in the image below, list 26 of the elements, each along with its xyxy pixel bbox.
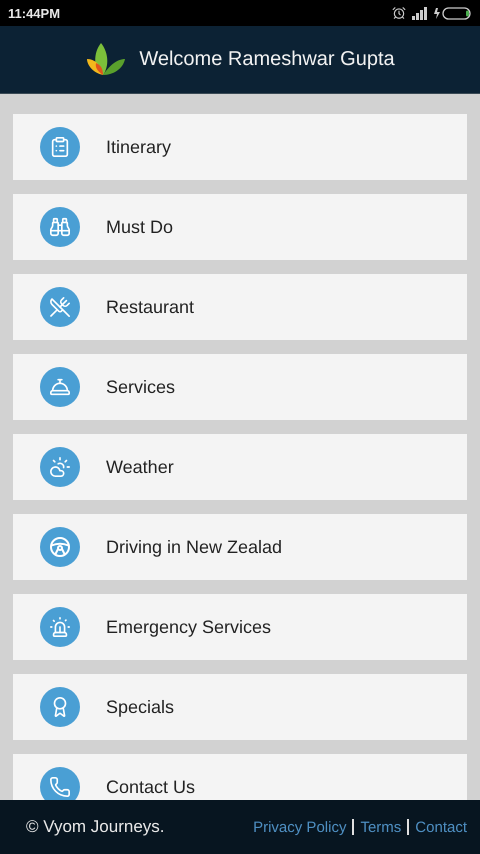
menu-item[interactable]: Driving in New Zealad (13, 514, 467, 580)
menu-item[interactable]: Weather (13, 434, 467, 500)
menu-item[interactable]: Contact Us (13, 754, 467, 800)
utensils-icon (49, 296, 71, 318)
binoculars-icon (49, 216, 71, 238)
footer-link[interactable]: Terms (360, 818, 402, 836)
header-title: Welcome Rameshwar Gupta (139, 48, 395, 71)
footer-link[interactable]: Contact (415, 818, 467, 836)
menu-item[interactable]: Restaurant (13, 274, 467, 340)
copyright-text: © Vyom Journeys. (26, 817, 164, 837)
clipboard-icon (49, 136, 71, 158)
siren-icon (49, 616, 71, 638)
phone-icon (49, 776, 71, 798)
battery-icon (434, 6, 472, 20)
cloche-icon (49, 376, 71, 398)
menu-item[interactable]: Services (13, 354, 467, 420)
signal-icon (412, 6, 428, 20)
cloud-sun-icon (49, 456, 71, 478)
alarm-icon (392, 6, 406, 20)
menu-item[interactable]: Specials (13, 674, 467, 740)
menu-item[interactable]: Must Do (13, 194, 467, 260)
menu-item[interactable]: Emergency Services (13, 594, 467, 660)
footer-link[interactable]: Privacy Policy (253, 818, 346, 836)
status-time: 11:44PM (8, 6, 60, 20)
steering-wheel-icon (48, 535, 72, 559)
menu-item[interactable]: Itinerary (13, 114, 467, 180)
